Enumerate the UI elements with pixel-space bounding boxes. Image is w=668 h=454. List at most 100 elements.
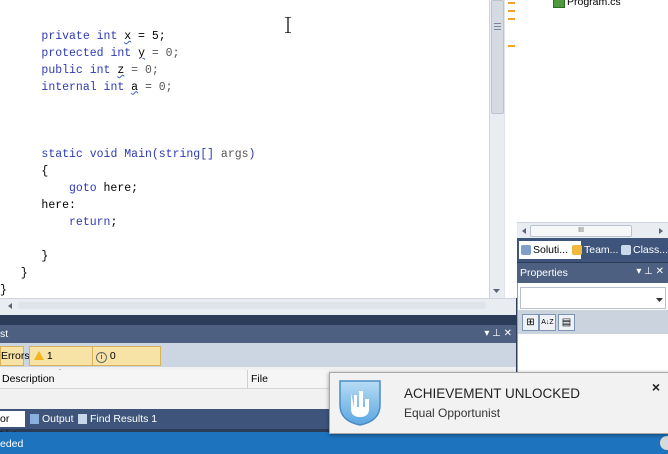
code-token: = 0; (138, 80, 173, 94)
tab-label: Class... (633, 244, 668, 256)
status-bar: eded (0, 432, 668, 454)
code-token: protected (41, 46, 104, 60)
code-token: } (0, 283, 7, 297)
code-token: [] (200, 148, 221, 162)
code-token: = 5; (131, 30, 166, 43)
properties-object-select[interactable] (520, 287, 666, 309)
scroll-left-arrow-icon[interactable] (520, 226, 528, 236)
tab-error-list[interactable]: or List (0, 411, 25, 441)
code-token: = 0; (144, 46, 180, 60)
code-token: } (20, 266, 28, 280)
warnings-filter-button[interactable]: 1 Warning (29, 346, 93, 380)
code-token: ) (248, 148, 256, 162)
messages-filter-button[interactable]: i 0 Messages (92, 346, 161, 380)
panel-pin-controls[interactable]: ▾ ⊥ ✕ (484, 328, 512, 339)
code-token: here: (41, 199, 76, 212)
scroll-right-arrow-icon[interactable] (657, 226, 665, 236)
tab-find-results[interactable]: Find Results 1 (76, 411, 160, 427)
code-token: goto (69, 182, 97, 196)
chevron-down-icon[interactable] (656, 294, 663, 302)
editor-horizontal-scroll-thumb[interactable] (18, 302, 486, 309)
column-description[interactable]: Description (2, 373, 55, 385)
code-token: public (41, 63, 83, 77)
code-token: } (41, 249, 49, 263)
solution-explorer: Program.cs (517, 0, 668, 222)
properties-toolbar: ⊞ A↓Z ▤ (518, 310, 668, 334)
tab-label: Soluti... (533, 244, 569, 256)
errors-filter-button[interactable]: Errors (0, 346, 30, 366)
code-token: int (96, 80, 132, 94)
code-line[interactable]: private int x = 5; (0, 29, 166, 45)
csharp-file-icon (553, 0, 565, 8)
editor-vertical-scroll-thumb[interactable] (491, 0, 504, 114)
code-line[interactable]: } (0, 266, 28, 282)
categorized-button[interactable]: ⊞ (522, 314, 539, 331)
solution-icon (521, 245, 531, 255)
tab-label: Find Results 1 (90, 413, 158, 425)
code-token: private (41, 30, 90, 43)
column-file[interactable]: File (251, 373, 268, 385)
code-token: int (103, 46, 139, 60)
tab-label: Output (42, 413, 74, 425)
property-pages-button[interactable]: ▤ (558, 314, 575, 331)
team-icon (572, 245, 582, 255)
properties-header: Properties ▾ ⊥ ✕ (517, 263, 668, 283)
code-line[interactable]: protected int y = 0; (0, 46, 179, 62)
panel-pin-controls[interactable]: ▾ ⊥ ✕ (636, 266, 664, 277)
code-token: here; (96, 182, 139, 196)
code-line[interactable]: public int z = 0; (0, 63, 159, 79)
code-token: { (41, 165, 49, 179)
warning-icon (34, 351, 44, 360)
solution-file-item[interactable]: Program.cs (567, 0, 621, 8)
code-token: return (69, 215, 111, 229)
info-icon: i (96, 352, 107, 363)
solution-scroll-thumb[interactable]: III (530, 225, 632, 237)
resize-grip[interactable] (660, 436, 668, 450)
tab-class-view[interactable]: Class... (619, 241, 668, 259)
achievement-subtitle: Equal Opportunist (404, 406, 501, 420)
code-token: internal (41, 80, 97, 94)
code-line[interactable]: } (0, 283, 7, 299)
alphabetical-button[interactable]: A↓Z (539, 314, 556, 331)
achievement-title: ACHIEVEMENT UNLOCKED (404, 386, 581, 401)
class-view-icon (621, 245, 631, 255)
status-text: eded (0, 438, 24, 450)
output-icon (30, 414, 39, 424)
code-line[interactable]: goto here; (0, 181, 138, 197)
error-list-title: st (0, 328, 9, 340)
code-token: Main( (124, 148, 159, 162)
code-token: void (82, 148, 125, 162)
code-token: int (89, 30, 125, 43)
code-line[interactable]: static void Main(string[] args) (0, 147, 255, 163)
code-line[interactable]: return; (0, 215, 117, 231)
code-editor[interactable]: private int x = 5; protected int y = 0; … (0, 0, 489, 298)
code-token: y (138, 46, 145, 60)
code-token: = 0; (124, 63, 159, 77)
achievement-badge-icon (337, 377, 383, 427)
close-button[interactable]: × (652, 379, 660, 395)
code-line[interactable]: { (0, 164, 48, 180)
scroll-left-arrow-icon[interactable] (5, 301, 15, 311)
code-token: string (158, 148, 201, 162)
code-token: int (82, 63, 118, 77)
code-line[interactable]: internal int a = 0; (0, 80, 173, 96)
code-line[interactable]: } (0, 249, 48, 265)
change-margin-bar (504, 0, 517, 298)
code-line[interactable]: here: (0, 198, 76, 214)
scroll-down-arrow-icon[interactable] (491, 286, 502, 296)
code-token: ; (110, 215, 118, 229)
text-cursor-icon (285, 16, 291, 34)
properties-title: Properties (520, 267, 568, 279)
error-list-header: st ▾ ⊥ ✕ (0, 325, 516, 343)
